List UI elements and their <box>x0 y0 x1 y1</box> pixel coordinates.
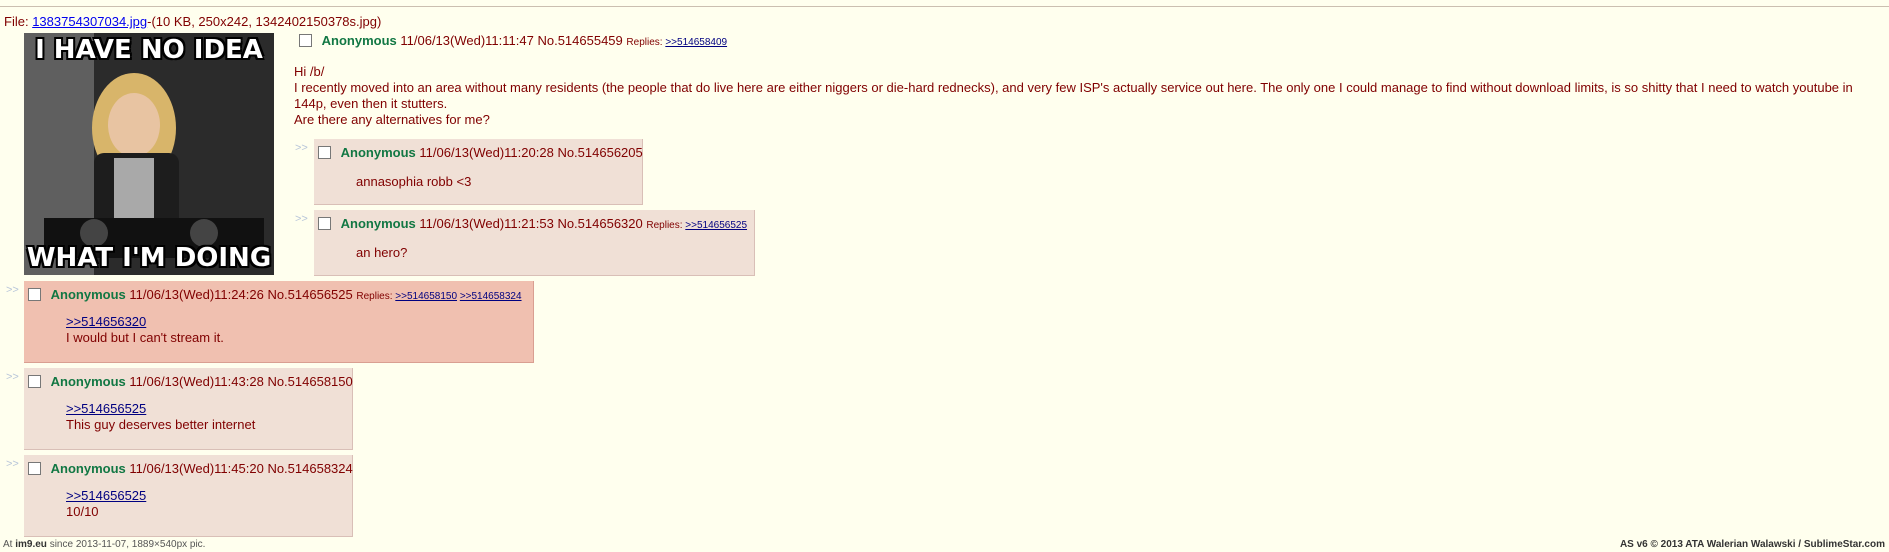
replies-label: Replies: <box>626 37 663 48</box>
post-datetime: 11/06/13(Wed)11:43:28 <box>129 374 264 389</box>
post-datetime: 11/06/13(Wed)11:11:47 <box>400 33 534 48</box>
post-datetime: 11/06/13(Wed)11:20:28 <box>419 145 554 160</box>
post-number[interactable]: No.514656205 <box>557 145 642 160</box>
post-datetime: 11/06/13(Wed)11:24:26 <box>129 287 264 302</box>
file-info: File: 1383754307034.jpg-(10 KB, 250x242,… <box>4 14 381 29</box>
reply-checkbox[interactable] <box>318 146 331 159</box>
reply-checkbox[interactable] <box>28 462 41 475</box>
post-number[interactable]: No.514658150 <box>267 374 352 389</box>
reply-checkbox[interactable] <box>28 375 41 388</box>
file-meta: -(10 KB, 250x242, 1342402150378s.jpg) <box>147 14 382 29</box>
op-checkbox[interactable] <box>299 34 312 47</box>
post-datetime: 11/06/13(Wed)11:21:53 <box>419 216 554 231</box>
post-message: >>514656525 This guy deserves better int… <box>66 401 255 433</box>
reply-link[interactable]: >>514658409 <box>665 37 727 48</box>
reply-header: Anonymous 11/06/13(Wed)11:24:26 No.51465… <box>28 287 522 302</box>
footer-prefix: At <box>3 539 13 550</box>
file-label: File: <box>4 14 29 29</box>
reply-link[interactable]: >>514658324 <box>460 291 522 302</box>
top-divider <box>0 6 1889 7</box>
poster-name: Anonymous <box>340 145 416 160</box>
footer-suffix: since 2013-11-07, 1889×540px pic. <box>49 539 206 550</box>
post-datetime: 11/06/13(Wed)11:45:20 <box>129 461 264 476</box>
poster-name: Anonymous <box>321 33 397 48</box>
reply-post: Anonymous 11/06/13(Wed)11:21:53 No.51465… <box>314 210 755 276</box>
post-message: annasophia robb <3 <box>356 174 472 189</box>
reply-post: Anonymous 11/06/13(Wed)11:43:28 No.51465… <box>24 368 353 450</box>
replies-list: Replies: >>514658409 <box>626 37 727 48</box>
reply-link[interactable]: >>514656525 <box>685 220 747 231</box>
reply-header: Anonymous 11/06/13(Wed)11:21:53 No.51465… <box>318 216 747 231</box>
reply-arrow: >> <box>6 284 19 296</box>
footer-left: At im9.eu since 2013-11-07, 1889×540px p… <box>3 539 205 550</box>
reply-header: Anonymous 11/06/13(Wed)11:45:20 No.51465… <box>28 461 353 476</box>
quote-link[interactable]: >>514656525 <box>66 488 146 503</box>
reply-arrow: >> <box>6 458 19 470</box>
footer-credit[interactable]: AS v6 © 2013 ATA Walerian Walawski / Sub… <box>1620 539 1885 550</box>
meme-photo <box>24 33 274 275</box>
replies-list: Replies: >>514658150 >>514658324 <box>356 291 521 302</box>
post-number[interactable]: No.514658324 <box>267 461 352 476</box>
poster-name: Anonymous <box>50 461 126 476</box>
footer-site[interactable]: im9.eu <box>15 539 47 550</box>
replies-label: Replies: <box>356 291 393 302</box>
file-link[interactable]: 1383754307034.jpg <box>32 14 147 29</box>
reply-post: Anonymous 11/06/13(Wed)11:45:20 No.51465… <box>24 455 353 537</box>
post-message: an hero? <box>356 245 408 260</box>
reply-checkbox[interactable] <box>318 217 331 230</box>
op-image[interactable]: I HAVE NO IDEA WHAT I'M DOING <box>24 33 274 275</box>
post-message: >>514656320 I would but I can't stream i… <box>66 314 224 346</box>
post-message: >>514656525 10/10 <box>66 488 146 520</box>
reply-link[interactable]: >>514658150 <box>395 291 457 302</box>
op-header: Anonymous 11/06/13(Wed)11:11:47 No.51465… <box>299 33 727 48</box>
reply-header: Anonymous 11/06/13(Wed)11:20:28 No.51465… <box>318 145 643 160</box>
poster-name: Anonymous <box>340 216 416 231</box>
post-text: I would but I can't stream it. <box>66 330 224 345</box>
reply-checkbox[interactable] <box>28 288 41 301</box>
op-line: Hi /b/ <box>294 64 325 79</box>
op-message: Hi /b/ I recently moved into an area wit… <box>294 64 1874 128</box>
op-line: Are there any alternatives for me? <box>294 112 490 127</box>
replies-list: Replies: >>514656525 <box>646 220 747 231</box>
reply-post: Anonymous 11/06/13(Wed)11:20:28 No.51465… <box>314 139 643 205</box>
quote-link[interactable]: >>514656320 <box>66 314 146 329</box>
poster-name: Anonymous <box>50 287 126 302</box>
post-number[interactable]: No.514656320 <box>557 216 642 231</box>
poster-name: Anonymous <box>50 374 126 389</box>
post-text: 10/10 <box>66 504 99 519</box>
reply-arrow: >> <box>295 213 308 225</box>
replies-label: Replies: <box>646 220 683 231</box>
reply-arrow: >> <box>295 142 308 154</box>
post-text: This guy deserves better internet <box>66 417 256 432</box>
meme-bottom-text: WHAT I'M DOING <box>26 243 272 273</box>
post-number[interactable]: No.514656525 <box>267 287 352 302</box>
reply-header: Anonymous 11/06/13(Wed)11:43:28 No.51465… <box>28 374 353 389</box>
meme-top-text: I HAVE NO IDEA <box>35 35 263 65</box>
footer-right: AS v6 © 2013 ATA Walerian Walawski / Sub… <box>1620 539 1885 550</box>
reply-post: Anonymous 11/06/13(Wed)11:24:26 No.51465… <box>24 281 534 363</box>
reply-arrow: >> <box>6 371 19 383</box>
quote-link[interactable]: >>514656525 <box>66 401 146 416</box>
op-line: I recently moved into an area without ma… <box>294 80 1853 111</box>
post-number[interactable]: No.514655459 <box>537 33 622 48</box>
